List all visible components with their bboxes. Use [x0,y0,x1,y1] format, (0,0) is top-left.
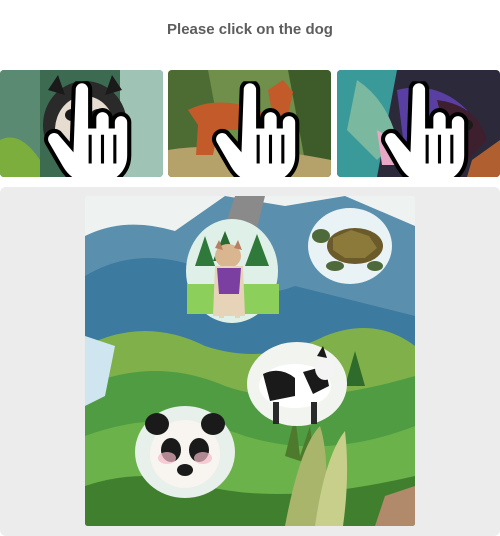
example-image-dog-1 [0,70,163,177]
challenge-panel [0,187,500,536]
challenge-image[interactable] [85,196,415,526]
hand-pointer-icon [380,80,468,177]
example-image-dog-2 [168,70,331,177]
example-image-dog-3 [337,70,500,177]
cow-object[interactable] [247,342,347,426]
prompt-title: Please click on the dog [167,21,333,38]
turtle-object[interactable] [308,208,392,284]
hand-pointer-icon [211,80,299,177]
panda-object[interactable] [135,406,235,498]
hand-pointer-icon [43,80,131,177]
example-images-row [0,70,500,177]
